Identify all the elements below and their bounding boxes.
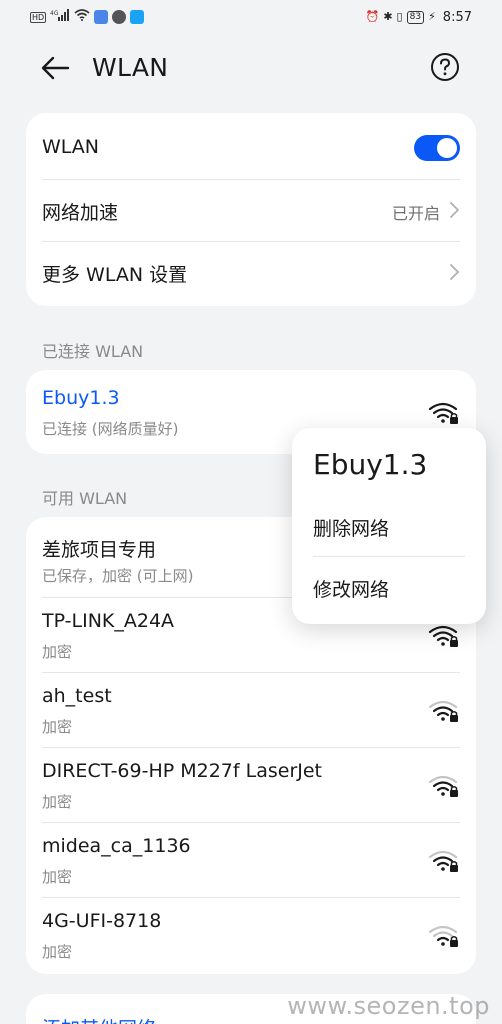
help-button[interactable]: [430, 52, 460, 82]
divider: [313, 556, 465, 557]
charging-icon: ⚡: [428, 10, 436, 23]
wlan-settings-card: WLAN 网络加速 已开启 更多 WLAN 设置: [26, 113, 476, 306]
wifi-lock-icon: [428, 925, 458, 947]
connected-section-label: 已连接 WLAN: [42, 342, 144, 361]
wlan-toggle-row[interactable]: WLAN: [26, 113, 476, 179]
status-right: ⏰ ✱ ▯ 83 ⚡ 8:57: [366, 10, 472, 25]
status-left: HD 4G: [30, 9, 145, 25]
network-status: 加密: [42, 643, 73, 661]
network-name: DIRECT-69-HP M227f LaserJet: [42, 760, 322, 782]
back-button[interactable]: [38, 52, 72, 84]
popup-title: Ebuy1.3: [313, 448, 428, 481]
toggle-knob: [437, 138, 457, 158]
network-item[interactable]: DIRECT-69-HP M227f LaserJet 加密: [26, 747, 476, 822]
network-acceleration-value: 已开启: [391, 204, 440, 223]
chevron-right-icon: [450, 202, 459, 218]
wlan-label: WLAN: [42, 136, 100, 158]
watermark: www.seozen.top: [287, 992, 490, 1020]
network-status: 加密: [42, 718, 73, 736]
network-name: TP-LINK_A24A: [42, 610, 175, 632]
network-acceleration-row[interactable]: 网络加速 已开启: [26, 179, 476, 241]
network-item[interactable]: 4G-UFI-8718 加密: [26, 897, 476, 974]
network-status: 已保存，加密 (可上网): [42, 567, 194, 585]
status-time: 8:57: [442, 9, 472, 25]
add-network-label: 添加其他网络: [42, 1014, 156, 1024]
help-icon: [431, 53, 459, 81]
wifi-lock-icon: [428, 850, 458, 872]
connected-network-status: 已连接 (网络质量好): [42, 420, 179, 438]
wifi-lock-icon: [428, 402, 458, 424]
modify-network-menu-item[interactable]: 修改网络: [313, 575, 389, 602]
page-title: WLAN: [92, 53, 169, 82]
svg-text:4G: 4G: [50, 10, 59, 17]
network-name: 4G-UFI-8718: [42, 910, 162, 932]
network-status: 加密: [42, 793, 73, 811]
connected-network-name: Ebuy1.3: [42, 387, 120, 409]
available-section-label: 可用 WLAN: [42, 489, 128, 508]
hd-icon: HD: [30, 11, 47, 23]
network-name: ah_test: [42, 685, 112, 707]
bluetooth-icon: ✱: [383, 10, 393, 23]
more-wlan-settings-row[interactable]: 更多 WLAN 设置: [26, 241, 476, 306]
network-context-menu: Ebuy1.3 删除网络 修改网络: [292, 428, 486, 624]
chevron-right-icon: [450, 264, 459, 280]
wlan-toggle[interactable]: [414, 135, 460, 161]
network-acceleration-label: 网络加速: [42, 202, 119, 224]
status-bar: HD 4G ⏰ ✱ ▯ 83 ⚡ 8:57: [0, 0, 502, 34]
network-item[interactable]: ah_test 加密: [26, 672, 476, 747]
app-notification-icon: [112, 10, 127, 24]
back-arrow-icon: [41, 56, 70, 80]
network-item[interactable]: midea_ca_1136 加密: [26, 822, 476, 897]
app-header: WLAN: [0, 40, 502, 96]
signal-icon: 4G: [50, 9, 70, 25]
app-notification-icon: [94, 10, 109, 24]
wifi-lock-icon: [428, 625, 458, 647]
wifi-status-icon: [74, 9, 90, 25]
vibrate-icon: ▯: [396, 10, 403, 23]
battery-icon: 83: [406, 10, 425, 24]
alarm-icon: ⏰: [365, 10, 380, 23]
wifi-lock-icon: [428, 700, 458, 722]
network-name: midea_ca_1136: [42, 835, 191, 857]
network-status: 加密: [42, 943, 73, 961]
wifi-lock-icon: [428, 775, 458, 797]
app-notification-icon: [130, 10, 145, 24]
network-status: 加密: [42, 868, 73, 886]
more-wlan-settings-label: 更多 WLAN 设置: [42, 264, 188, 286]
network-name: 差旅项目专用: [42, 539, 157, 561]
delete-network-menu-item[interactable]: 删除网络: [313, 514, 389, 541]
